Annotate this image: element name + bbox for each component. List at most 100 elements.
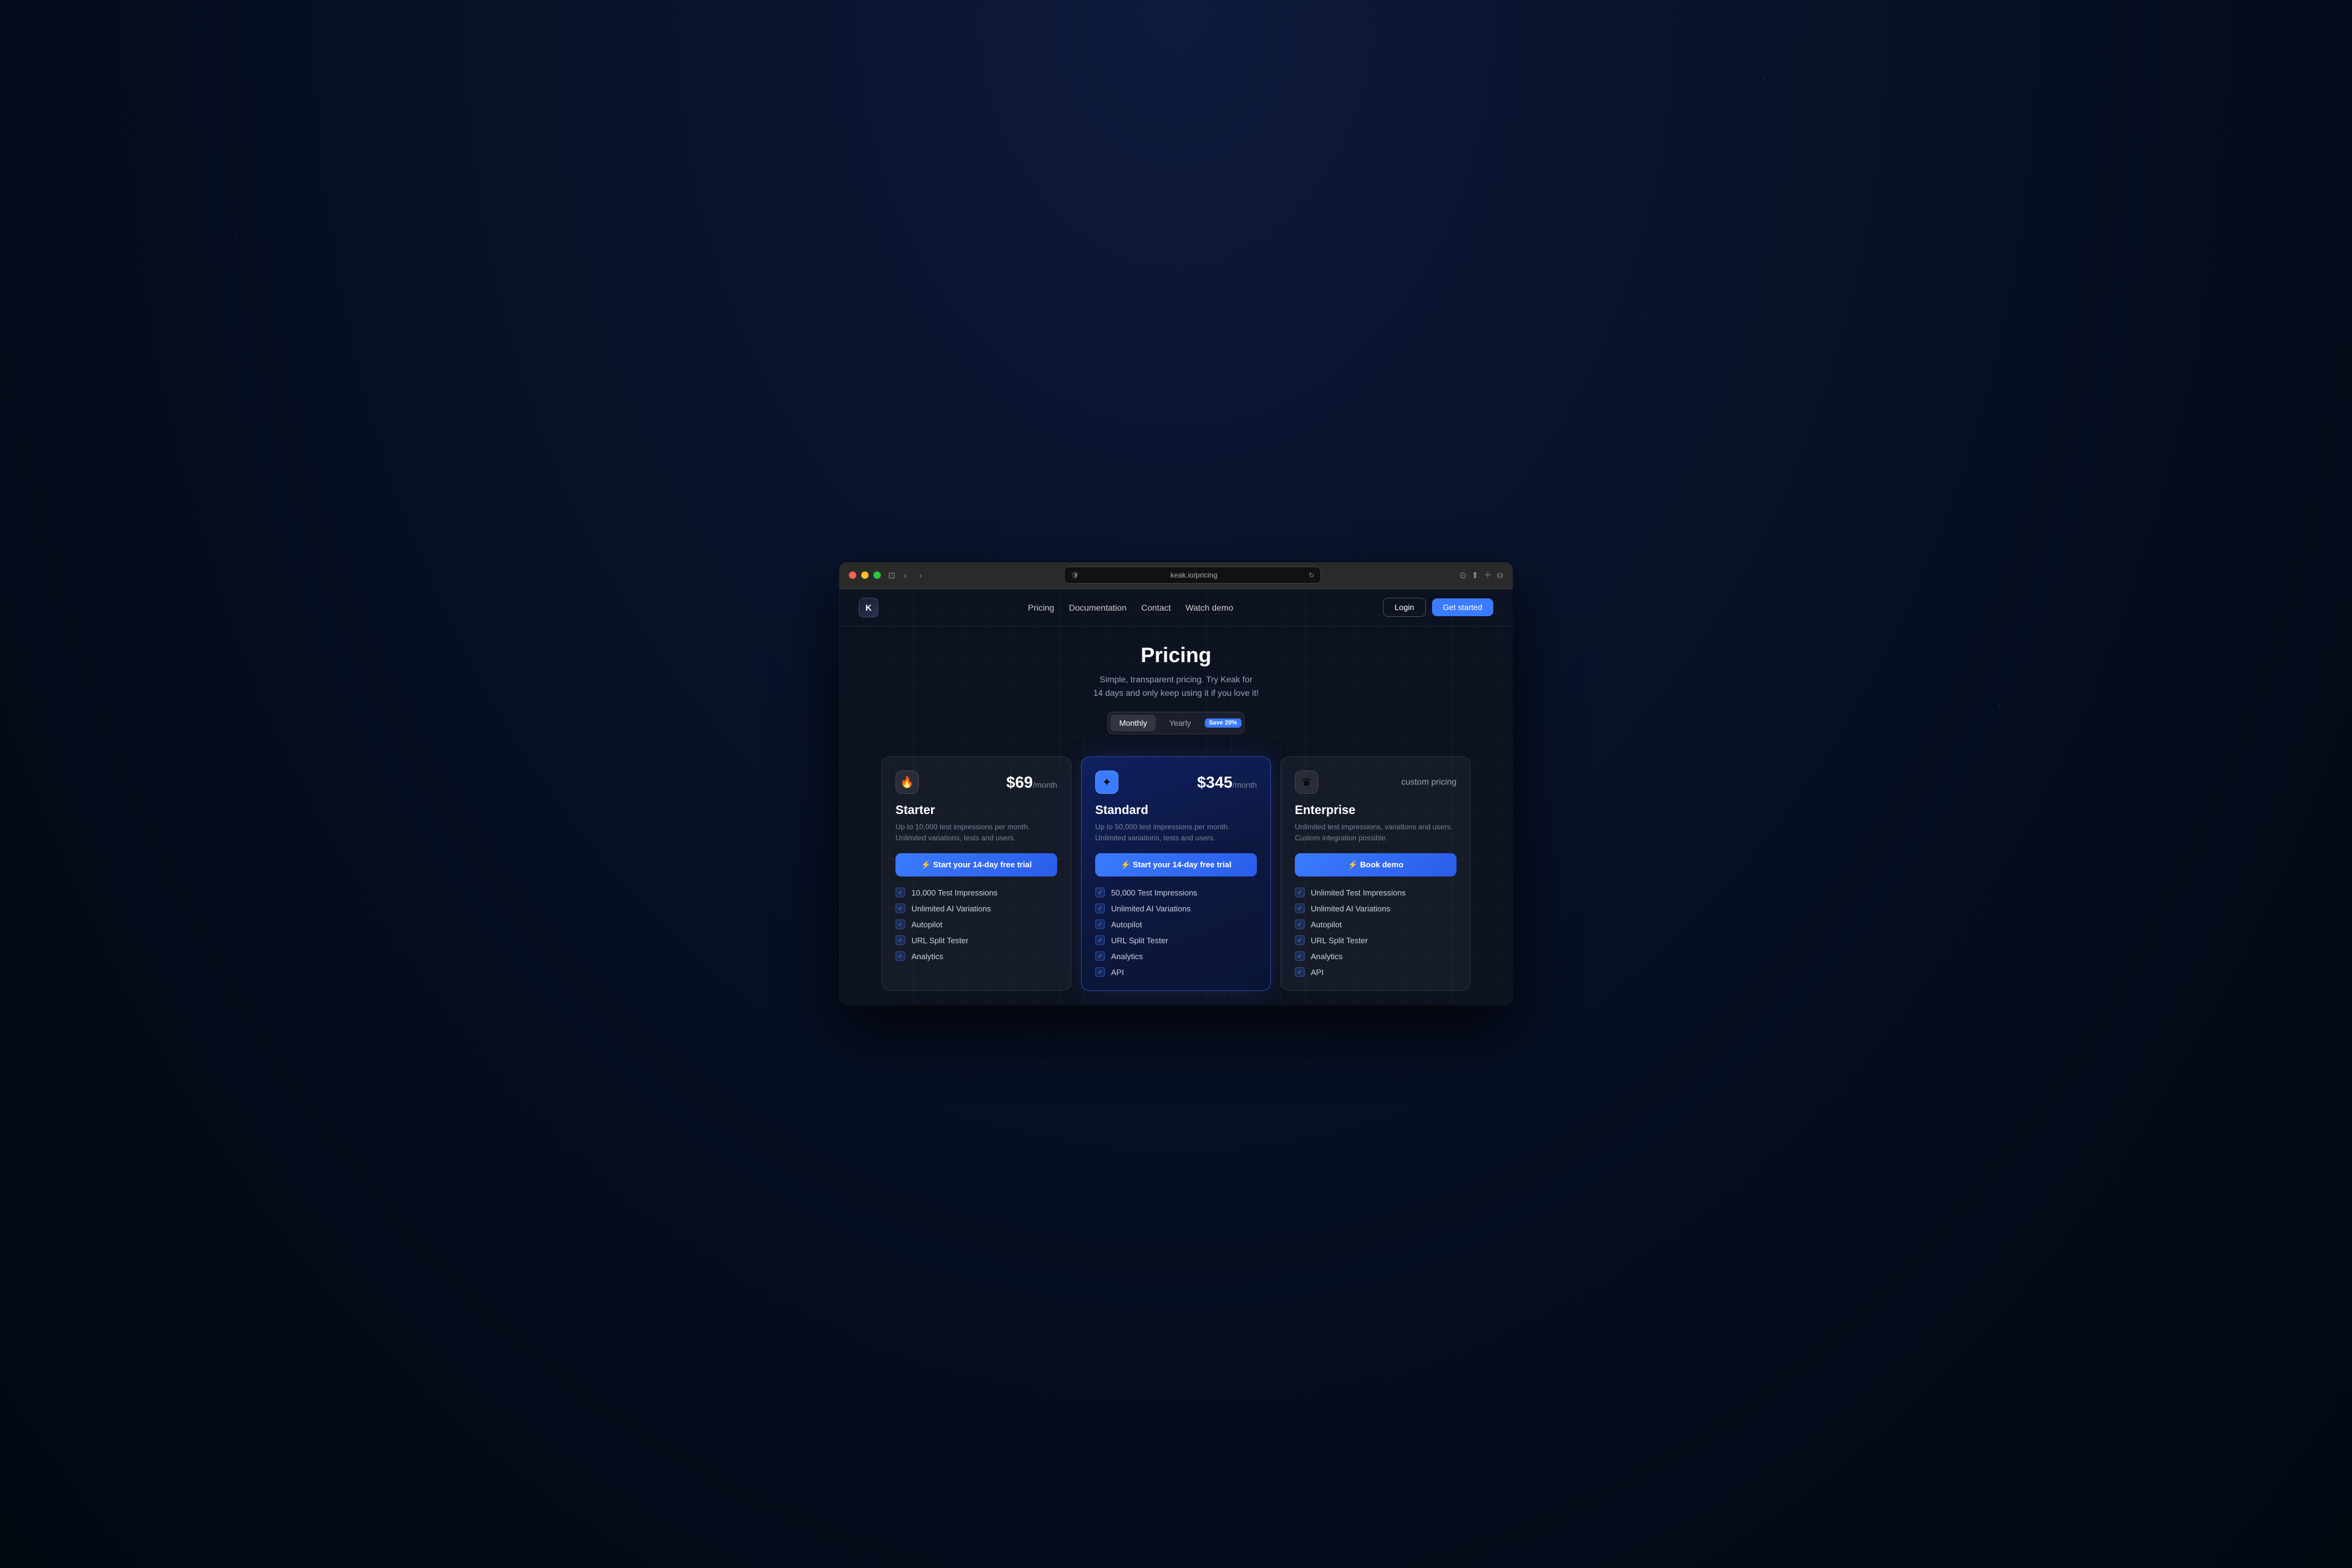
forward-button[interactable]: › [915,568,925,582]
list-item: ✓ URL Split Tester [1095,935,1257,945]
starter-plan-name: Starter [895,804,1057,818]
list-item: ✓ Unlimited AI Variations [1295,903,1457,913]
browser-right-controls: ⊙ ⬆ ＋ ⧉ [1460,569,1503,581]
enterprise-icon: ♛ [1295,771,1318,794]
nav-contact[interactable]: Contact [1141,603,1170,612]
check-icon: ✓ [895,903,905,913]
standard-price-period: /month [1232,780,1257,790]
starter-icon: 🔥 [895,771,919,794]
check-icon: ✓ [1295,903,1305,913]
enterprise-cta-button[interactable]: ⚡ Book demo [1295,853,1457,876]
monthly-toggle[interactable]: Monthly [1110,715,1156,731]
login-button[interactable]: Login [1383,598,1426,617]
browser-controls: ⊡ ‹ › [888,568,925,582]
standard-price: $345/month [1197,773,1257,792]
card-header-enterprise: ♛ custom pricing [1295,771,1457,794]
list-item: ✓ 50,000 Test Impressions [1095,888,1257,897]
navigation: K Pricing Documentation Contact Watch de… [839,589,1513,627]
enterprise-description: Unlimited test impressions, variations a… [1295,821,1457,843]
check-icon: ✓ [1295,888,1305,897]
enterprise-custom-pricing: custom pricing [1401,777,1457,786]
list-item: ✓ API [1095,967,1257,977]
nav-links: Pricing Documentation Contact Watch demo [898,603,1363,612]
check-icon: ✓ [895,888,905,897]
get-started-button[interactable]: Get started [1432,598,1493,616]
nav-documentation[interactable]: Documentation [1069,603,1126,612]
downloads-icon[interactable]: ⊙ [1460,570,1467,581]
pricing-subtitle: Simple, transparent pricing. Try Keak fo… [1078,673,1274,700]
save-badge: Save 20% [1205,718,1242,728]
starter-cta-button[interactable]: ⚡ Start your 14-day free trial [895,853,1057,876]
billing-toggle: Monthly Yearly Save 20% [1107,712,1244,734]
plan-enterprise: ♛ custom pricing Enterprise Unlimited te… [1281,756,1471,991]
sidebar-icon[interactable]: ⊡ [888,570,895,581]
list-item: ✓ Unlimited Test Impressions [1295,888,1457,897]
address-url: keak.io/pricing [1084,571,1304,579]
list-item: ✓ URL Split Tester [1295,935,1457,945]
logo: K [859,598,878,617]
enterprise-plan-name: Enterprise [1295,804,1457,818]
check-icon: ✓ [895,951,905,961]
card-header-starter: 🔥 $69/month [895,771,1057,794]
new-tab-icon[interactable]: ＋ [1483,569,1492,581]
back-button[interactable]: ‹ [900,568,911,582]
list-item: ✓ API [1295,967,1457,977]
browser-window: ⊡ ‹ › 🛡 keak.io/pricing ↻ ⊙ ⬆ ＋ ⧉ K Pric… [839,562,1513,1006]
nav-actions: Login Get started [1383,598,1493,617]
check-icon: ✓ [1295,951,1305,961]
starter-features: ✓ 10,000 Test Impressions ✓ Unlimited AI… [895,888,1057,961]
minimize-button[interactable] [861,571,869,579]
list-item: ✓ Unlimited AI Variations [895,903,1057,913]
refresh-icon[interactable]: ↻ [1309,571,1314,579]
share-icon[interactable]: ⬆ [1471,570,1479,581]
check-icon: ✓ [1095,888,1105,897]
enterprise-price: custom pricing [1401,777,1457,788]
page-title: Pricing [851,644,1501,668]
pricing-hero: Pricing Simple, transparent pricing. Try… [839,627,1513,747]
traffic-lights [849,571,881,579]
pricing-cards: 🔥 $69/month Starter Up to 10,000 test im… [839,747,1513,1006]
standard-plan-name: Standard [1095,804,1257,818]
enterprise-features: ✓ Unlimited Test Impressions ✓ Unlimited… [1295,888,1457,977]
plan-standard: ✦ $345/month Standard Up to 50,000 test … [1081,756,1271,991]
nav-pricing[interactable]: Pricing [1028,603,1054,612]
plan-starter: 🔥 $69/month Starter Up to 10,000 test im… [881,756,1071,991]
standard-icon: ✦ [1095,771,1118,794]
maximize-button[interactable] [873,571,881,579]
address-bar-container: 🛡 keak.io/pricing ↻ [933,567,1452,584]
starter-description: Up to 10,000 test impressions per month.… [895,821,1057,843]
starter-price: $69/month [1006,773,1057,792]
page-content: K Pricing Documentation Contact Watch de… [839,589,1513,1006]
starter-price-amount: $69 [1006,773,1033,791]
standard-cta-button[interactable]: ⚡ Start your 14-day free trial [1095,853,1257,876]
standard-features: ✓ 50,000 Test Impressions ✓ Unlimited AI… [1095,888,1257,977]
check-icon: ✓ [895,919,905,929]
close-button[interactable] [849,571,856,579]
standard-price-amount: $345 [1197,773,1232,791]
check-icon: ✓ [1295,935,1305,945]
address-bar[interactable]: 🛡 keak.io/pricing ↻ [1064,567,1321,584]
check-icon: ✓ [1095,951,1105,961]
starter-price-period: /month [1033,780,1057,790]
yearly-toggle[interactable]: Yearly [1161,715,1200,731]
card-header-standard: ✦ $345/month [1095,771,1257,794]
browser-titlebar: ⊡ ‹ › 🛡 keak.io/pricing ↻ ⊙ ⬆ ＋ ⧉ [839,562,1513,589]
check-icon: ✓ [1095,903,1105,913]
tabs-icon[interactable]: ⧉ [1497,570,1503,581]
list-item: ✓ Autopilot [1095,919,1257,929]
list-item: ✓ Unlimited AI Variations [1095,903,1257,913]
list-item: ✓ Analytics [895,951,1057,961]
list-item: ✓ URL Split Tester [895,935,1057,945]
check-icon: ✓ [1095,967,1105,977]
standard-description: Up to 50,000 test impressions per month.… [1095,821,1257,843]
list-item: ✓ Analytics [1095,951,1257,961]
list-item: ✓ Autopilot [895,919,1057,929]
lock-icon: 🛡 [1071,571,1079,579]
list-item: ✓ Analytics [1295,951,1457,961]
check-icon: ✓ [1295,919,1305,929]
nav-watch-demo[interactable]: Watch demo [1186,603,1234,612]
check-icon: ✓ [1095,919,1105,929]
check-icon: ✓ [1295,967,1305,977]
check-icon: ✓ [895,935,905,945]
check-icon: ✓ [1095,935,1105,945]
